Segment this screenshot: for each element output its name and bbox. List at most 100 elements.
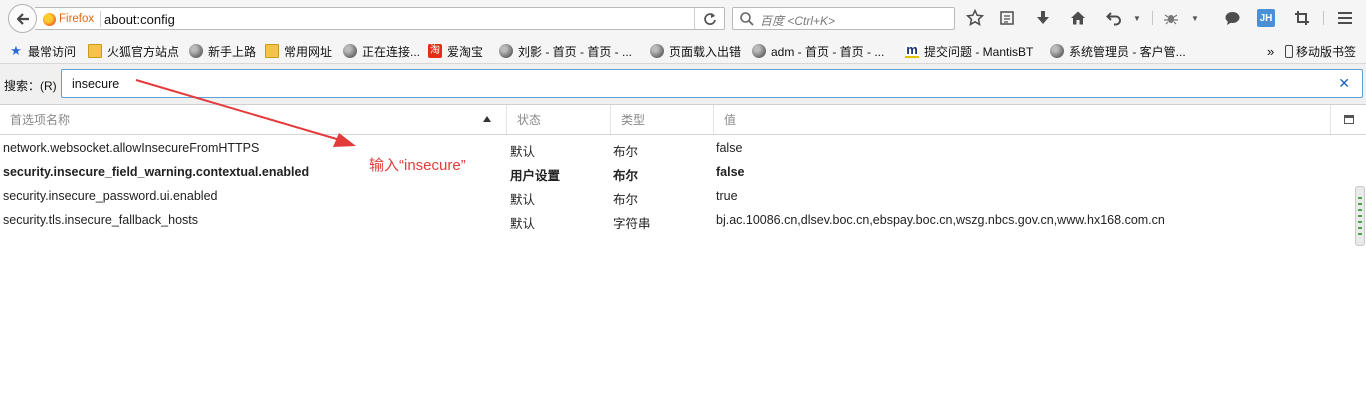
mobile-bookmarks-button[interactable]: 移动版书签 bbox=[1285, 42, 1356, 60]
ad-block-dropdown[interactable]: ▼ bbox=[1189, 8, 1201, 28]
bookmark-label: adm - 首页 - 首页 - ... bbox=[771, 44, 885, 59]
bookmark-folder[interactable]: 火狐官方站点 bbox=[88, 42, 179, 60]
globe-icon bbox=[1050, 44, 1064, 58]
chevron-down-icon: ▼ bbox=[1191, 13, 1199, 23]
undo-dropdown[interactable]: ▼ bbox=[1131, 8, 1143, 28]
column-picker-button[interactable] bbox=[1330, 105, 1366, 134]
scrollbar-thumb[interactable] bbox=[1355, 186, 1365, 246]
bookmark-label: 提交问题 - MantisBT bbox=[924, 44, 1034, 59]
column-header-status[interactable]: 状态 bbox=[507, 105, 611, 134]
bookmark-item[interactable]: adm - 首页 - 首页 - ... bbox=[752, 42, 884, 60]
bookmark-label: 刘影 - 首页 - 首页 - ... bbox=[518, 44, 632, 59]
bookmark-label: 最常访问 bbox=[28, 44, 77, 59]
firefox-logo-icon bbox=[43, 12, 56, 26]
navigation-toolbar: Firefox about:config 百度 <Ctrl+K> ▼ ▼ JH bbox=[0, 0, 1366, 38]
config-search-input[interactable]: insecure ✕ bbox=[61, 69, 1363, 98]
scroll-grip-line bbox=[1358, 197, 1362, 199]
bookmark-item[interactable]: m 提交问题 - MantisBT bbox=[905, 42, 1033, 60]
tree-header: 首选项名称 状态 类型 值 bbox=[0, 105, 1366, 135]
globe-icon bbox=[752, 44, 766, 58]
search-label: 搜索：(R) bbox=[4, 79, 57, 93]
clear-search-icon[interactable]: ✕ bbox=[1338, 75, 1350, 92]
identity-label: Firefox bbox=[59, 13, 95, 25]
pref-name: network.websocket.allowInsecureFromHTTPS bbox=[3, 141, 260, 155]
bookmark-label: 正在连接... bbox=[362, 44, 421, 59]
pref-status: 用户设置 bbox=[510, 169, 561, 183]
pref-name: security.tls.insecure_fallback_hosts bbox=[3, 213, 198, 227]
table-row[interactable]: network.websocket.allowInsecureFromHTTPS… bbox=[0, 136, 1356, 160]
bookmark-label: 火狐官方站点 bbox=[107, 44, 180, 59]
table-row[interactable]: security.insecure_field_warning.contextu… bbox=[0, 160, 1356, 184]
column-header-type[interactable]: 类型 bbox=[611, 105, 714, 134]
bookmark-item[interactable]: 正在连接... bbox=[343, 42, 420, 60]
sort-ascending-icon bbox=[483, 116, 491, 122]
bookmark-item[interactable]: 淘 爱淘宝 bbox=[428, 42, 483, 60]
column-header-value-label: 值 bbox=[724, 113, 737, 127]
back-arrow-icon bbox=[16, 12, 29, 25]
bookmark-folder[interactable]: 常用网址 bbox=[265, 42, 332, 60]
site-identity[interactable]: Firefox bbox=[43, 11, 102, 27]
bug-icon bbox=[1164, 14, 1178, 25]
mantis-icon: m bbox=[905, 42, 919, 58]
screenshot-button[interactable] bbox=[1292, 8, 1312, 28]
bookmark-label: 系统管理员 - 客户管... bbox=[1069, 44, 1186, 59]
speech-bubble-icon bbox=[1225, 11, 1239, 25]
config-tree: 首选项名称 状态 类型 值 network.websocket.allowIns… bbox=[0, 104, 1366, 394]
download-arrow-icon bbox=[1037, 11, 1049, 24]
pref-status: 默认 bbox=[510, 145, 536, 159]
column-picker-icon bbox=[1343, 115, 1354, 124]
scroll-grip-line bbox=[1358, 209, 1362, 211]
bookmark-item[interactable]: 刘影 - 首页 - 首页 - ... bbox=[499, 42, 632, 60]
bookmark-item[interactable]: ★ 最常访问 bbox=[9, 42, 76, 60]
undo-arrow-icon bbox=[1106, 12, 1121, 26]
url-bar[interactable]: Firefox about:config bbox=[35, 7, 725, 30]
reload-icon bbox=[703, 12, 716, 25]
chat-button[interactable] bbox=[1222, 8, 1242, 28]
downloads-button[interactable] bbox=[1033, 8, 1053, 28]
profile-button[interactable]: JH bbox=[1257, 9, 1275, 27]
scroll-grip-line bbox=[1358, 203, 1362, 205]
toolbar-separator bbox=[1152, 11, 1153, 25]
pref-value: bj.ac.10086.cn,dlsev.boc.cn,ebspay.boc.c… bbox=[716, 213, 1165, 227]
column-header-status-label: 状态 bbox=[517, 113, 542, 127]
table-row[interactable]: security.tls.insecure_fallback_hosts 默认 … bbox=[0, 208, 1356, 232]
bookmark-star-button[interactable] bbox=[965, 8, 985, 28]
globe-icon bbox=[499, 44, 513, 58]
pref-status: 默认 bbox=[510, 217, 536, 231]
back-button[interactable] bbox=[8, 4, 37, 33]
scroll-grip-line bbox=[1358, 233, 1362, 235]
star-outline-icon bbox=[966, 9, 984, 27]
hamburger-menu-icon bbox=[1338, 12, 1352, 24]
taobao-icon: 淘 bbox=[428, 44, 442, 58]
bookmark-item[interactable]: 页面载入出错 bbox=[650, 42, 741, 60]
menu-button[interactable] bbox=[1335, 8, 1355, 28]
table-row[interactable]: security.insecure_password.ui.enabled 默认… bbox=[0, 184, 1356, 208]
home-button[interactable] bbox=[1068, 8, 1088, 28]
config-search-row: 搜索：(R) insecure ✕ bbox=[0, 64, 1366, 104]
pref-name: security.insecure_field_warning.contextu… bbox=[3, 165, 310, 179]
bookmarks-overflow-button[interactable]: » bbox=[1267, 42, 1274, 60]
pref-type: 布尔 bbox=[613, 169, 639, 183]
undo-button[interactable] bbox=[1104, 8, 1124, 28]
url-text[interactable]: about:config bbox=[104, 12, 175, 27]
bookmark-item[interactable]: 系统管理员 - 客户管... bbox=[1050, 42, 1186, 60]
ad-block-button[interactable] bbox=[1161, 8, 1181, 28]
bookmark-label: 爱淘宝 bbox=[447, 44, 484, 59]
bookmark-item[interactable]: 新手上路 bbox=[189, 42, 256, 60]
reload-button[interactable] bbox=[694, 8, 724, 29]
web-search-bar[interactable]: 百度 <Ctrl+K> bbox=[732, 7, 955, 30]
search-input-value[interactable]: insecure bbox=[72, 77, 119, 91]
pref-name: security.insecure_password.ui.enabled bbox=[3, 189, 218, 203]
column-header-name[interactable]: 首选项名称 bbox=[0, 105, 507, 134]
search-icon bbox=[740, 12, 754, 26]
clipboard-icon bbox=[1000, 11, 1014, 25]
column-header-value[interactable]: 值 bbox=[714, 105, 1330, 134]
scroll-grip-line bbox=[1358, 227, 1362, 229]
annotation-label: 输入“insecure” bbox=[369, 157, 466, 174]
folder-icon bbox=[265, 44, 279, 58]
crop-icon bbox=[1295, 11, 1309, 25]
folder-icon bbox=[88, 44, 102, 58]
reading-list-button[interactable] bbox=[997, 8, 1017, 28]
pref-type: 布尔 bbox=[613, 145, 639, 159]
globe-icon bbox=[343, 44, 357, 58]
